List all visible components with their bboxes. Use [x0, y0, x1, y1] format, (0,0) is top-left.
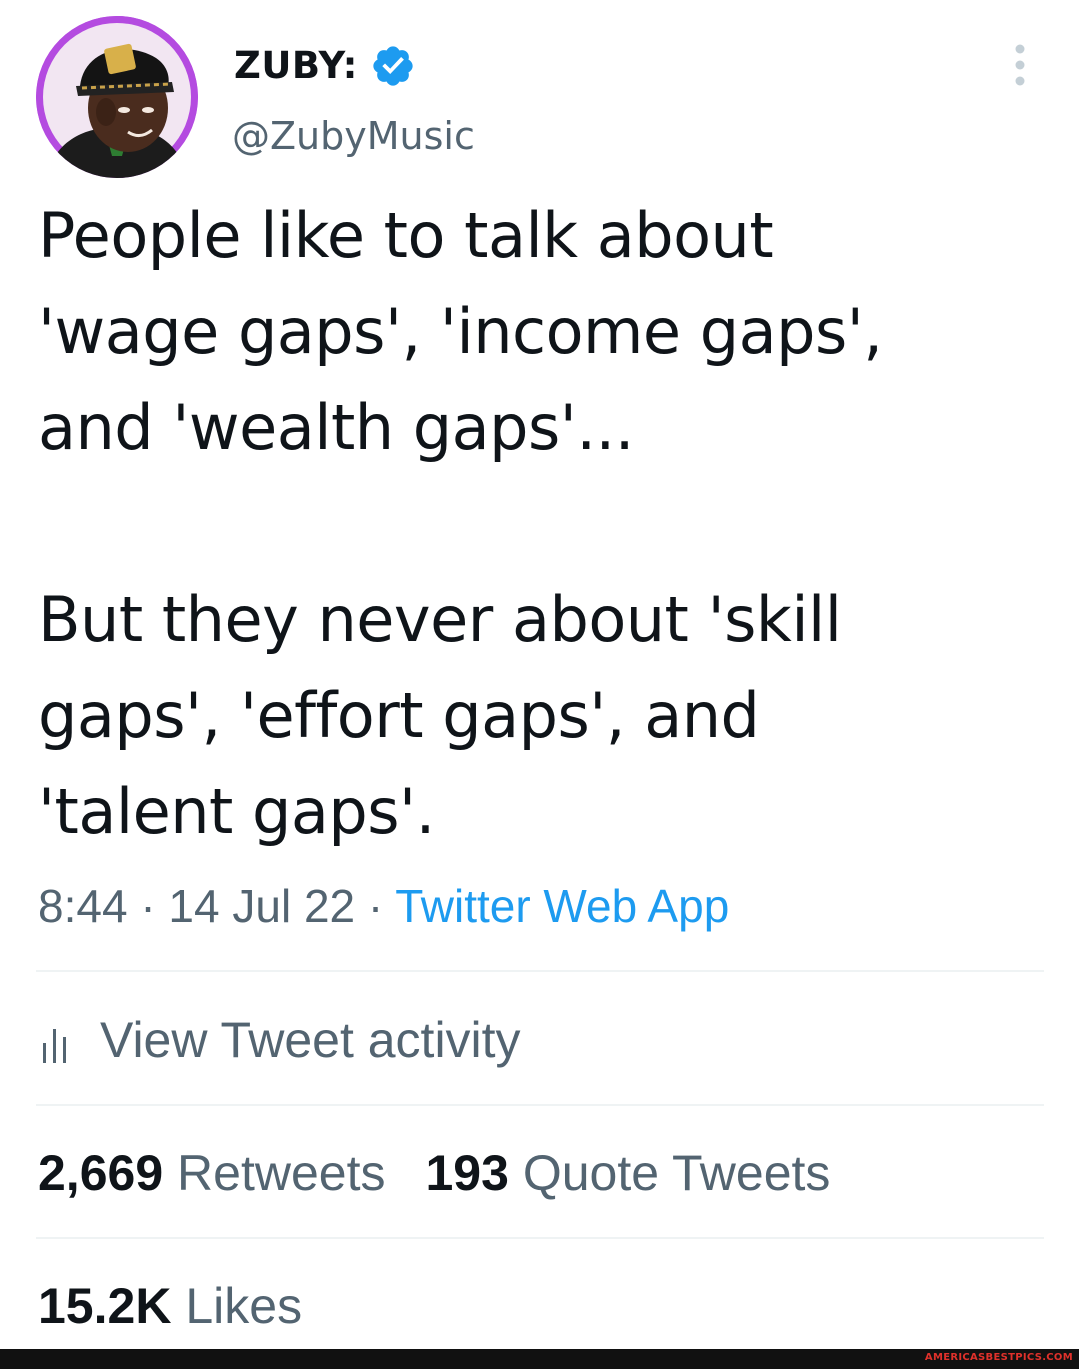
- retweets-link[interactable]: 2,669 Retweets: [38, 1145, 385, 1201]
- avatar[interactable]: [36, 16, 198, 178]
- tweet-date[interactable]: 14 Jul 22: [168, 880, 355, 932]
- divider: [36, 1104, 1044, 1106]
- watermark-text: AMERICASBESTPICS.COM: [924, 1352, 1073, 1363]
- retweets-count: 2,669: [38, 1145, 164, 1201]
- view-tweet-activity-link[interactable]: View Tweet activity: [42, 1008, 521, 1072]
- likes-link[interactable]: 15.2K Likes: [38, 1278, 302, 1334]
- tweet-text: People like to talk about 'wage gaps', '…: [38, 199, 883, 848]
- tweet-page: ZUBY: @ZubyMusic People like to talk abo…: [0, 0, 1079, 1369]
- display-name[interactable]: ZUBY:: [234, 38, 416, 94]
- tweet-time[interactable]: 8:44: [38, 880, 128, 932]
- watermark-bar: [0, 1349, 1079, 1369]
- quote-tweets-link[interactable]: 193 Quote Tweets: [425, 1145, 830, 1201]
- retweets-label: Retweets: [177, 1145, 386, 1201]
- tweet-source-link[interactable]: Twitter Web App: [395, 880, 729, 932]
- display-name-text: ZUBY:: [234, 44, 358, 87]
- quote-tweets-count: 193: [425, 1145, 509, 1201]
- divider: [36, 1237, 1044, 1239]
- more-vertical-icon[interactable]: [1005, 40, 1035, 90]
- verified-badge-icon: [373, 46, 413, 86]
- tweet-meta: 8:44 · 14 Jul 22 · Twitter Web App: [38, 876, 729, 936]
- quote-tweets-label: Quote Tweets: [522, 1145, 831, 1201]
- meta-separator: ·: [367, 880, 384, 932]
- meta-separator: ·: [140, 880, 156, 932]
- divider: [36, 970, 1044, 972]
- view-tweet-activity-label: View Tweet activity: [100, 1012, 521, 1068]
- avatar-image: [36, 16, 198, 178]
- user-handle[interactable]: @ZubyMusic: [232, 108, 475, 164]
- bar-chart-icon: [43, 1029, 66, 1063]
- likes-stat: 15.2K Likes: [38, 1274, 302, 1338]
- engagement-stats: 2,669 Retweets 193 Quote Tweets: [38, 1141, 830, 1205]
- likes-label: Likes: [185, 1278, 303, 1334]
- likes-count: 15.2K: [38, 1278, 172, 1334]
